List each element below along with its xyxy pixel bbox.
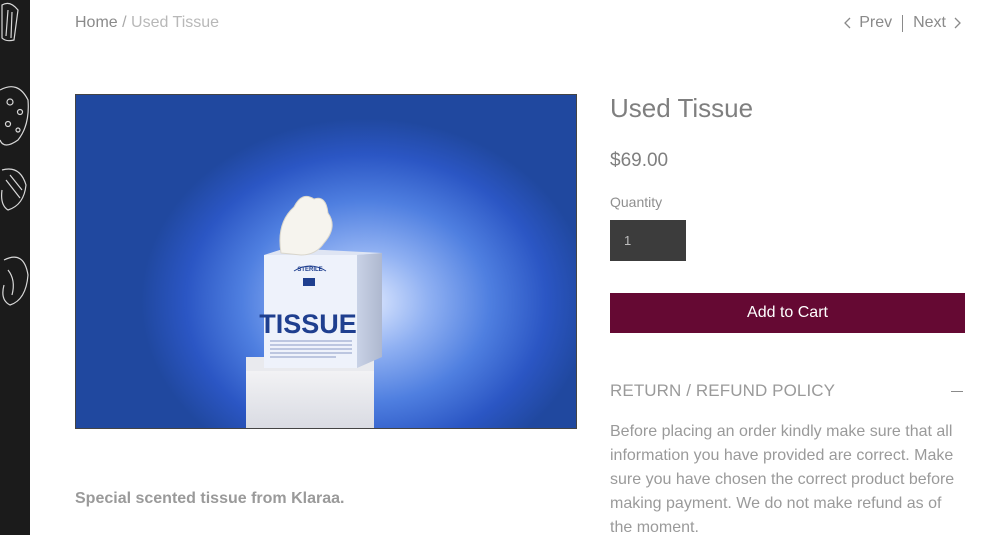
tissue-box-side xyxy=(357,253,382,368)
chevron-right-icon xyxy=(954,17,961,29)
side-decoration xyxy=(0,0,30,535)
policy-body: Before placing an order kindly make sure… xyxy=(610,423,955,536)
add-to-cart-button[interactable]: Add to Cart xyxy=(610,293,965,333)
product-description: Special scented tissue from Klaraa. xyxy=(75,490,345,507)
next-label: Next xyxy=(913,14,946,31)
tissue-box-illustration: STERILE TISSUE xyxy=(246,195,382,428)
quantity-input[interactable] xyxy=(610,220,686,261)
product-pager: Prev Next xyxy=(841,13,964,33)
product-image[interactable]: STERILE TISSUE xyxy=(75,94,577,429)
policy-title: RETURN / REFUND POLICY xyxy=(610,381,836,400)
tissue-puff xyxy=(279,195,333,256)
prev-link[interactable]: Prev xyxy=(841,13,892,33)
box-brand-top: STERILE xyxy=(297,267,322,273)
box-brand: TISSUE xyxy=(259,309,357,339)
next-link[interactable]: Next xyxy=(913,13,964,33)
pedestal xyxy=(246,369,374,428)
breadcrumb-home-link[interactable]: Home xyxy=(75,14,118,31)
product-price: $69.00 xyxy=(610,150,669,171)
policy-accordion-header[interactable]: RETURN / REFUND POLICY xyxy=(610,381,965,401)
quantity-label: Quantity xyxy=(610,194,663,210)
breadcrumb-current: Used Tissue xyxy=(131,14,220,31)
chevron-left-icon xyxy=(844,17,851,29)
breadcrumb: Home / Used Tissue xyxy=(75,13,219,33)
product-title: Used Tissue xyxy=(610,93,754,123)
breadcrumb-separator: / xyxy=(117,14,132,31)
minus-icon[interactable] xyxy=(951,390,963,392)
pager-divider xyxy=(902,14,904,32)
prev-label: Prev xyxy=(859,14,893,31)
doodle-decoration xyxy=(0,2,29,306)
